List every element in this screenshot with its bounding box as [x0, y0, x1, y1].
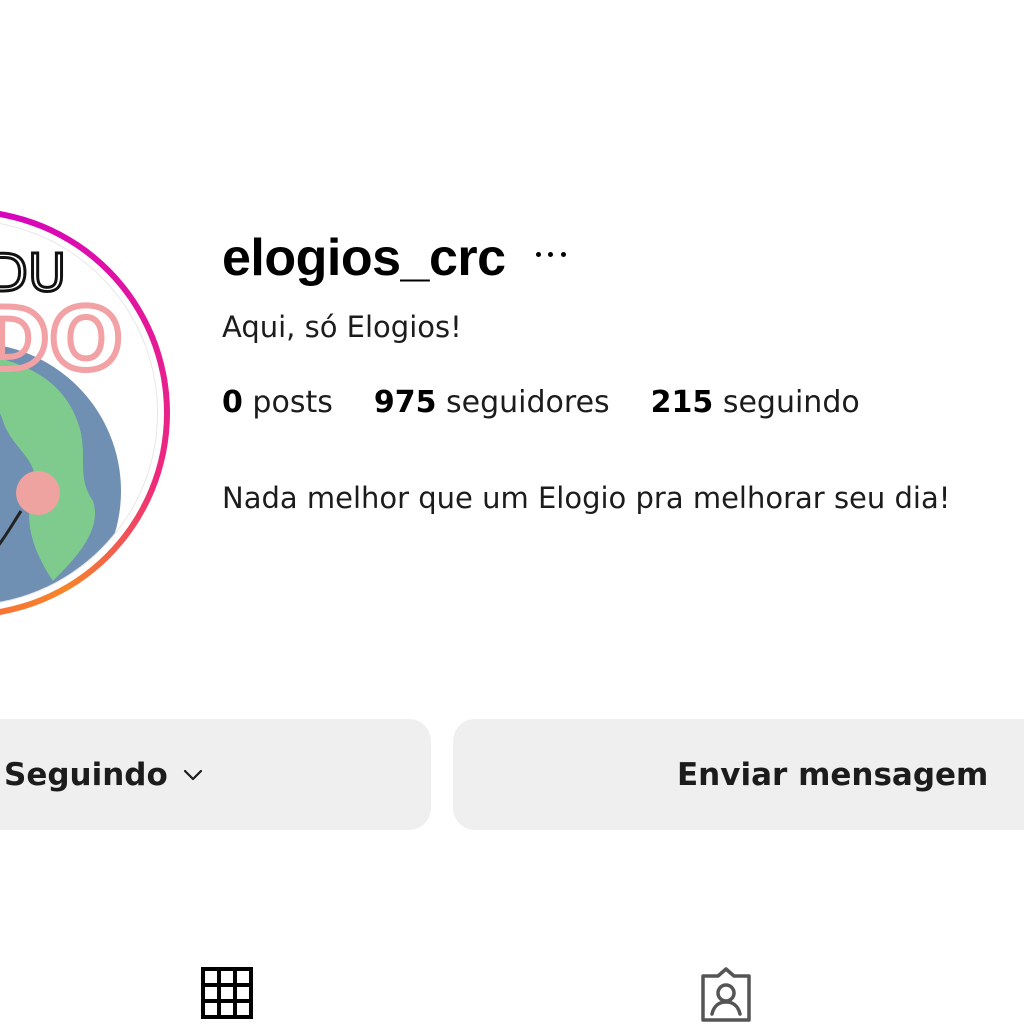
following-label: seguindo [722, 385, 860, 420]
followers-stat[interactable]: 975 seguidores [374, 383, 610, 423]
chevron-down-icon [183, 769, 202, 780]
following-stat[interactable]: 215 seguindo [651, 383, 860, 423]
more-options-icon[interactable] [535, 249, 566, 259]
display-name: Aqui, só Elogios! [222, 310, 462, 344]
story-ring[interactable]: DU DO [0, 208, 170, 618]
following-count: 215 [650, 385, 714, 420]
tagged-icon[interactable] [697, 966, 755, 1024]
send-message-label: Enviar mensagem [677, 756, 989, 793]
posts-count: 0 [222, 385, 243, 420]
avatar-illustration: DU DO [0, 221, 157, 605]
following-button[interactable]: Seguindo [0, 719, 431, 830]
avatar[interactable]: DU DO [0, 220, 158, 606]
followers-label: seguidores [446, 385, 610, 420]
username-row: elogios_crc [222, 226, 566, 290]
send-message-button[interactable]: Enviar mensagem [453, 719, 1024, 830]
avatar-lettering-bottom: DO [0, 290, 123, 390]
posts-stat: 0 posts [222, 383, 333, 423]
username: elogios_crc [222, 229, 506, 287]
grid-icon[interactable] [200, 966, 254, 1020]
followers-count: 975 [373, 385, 437, 420]
bio: Nada melhor que um Elogio pra melhorar s… [222, 481, 951, 515]
profile-stats: 0 posts 975 seguidores 215 seguindo [222, 383, 901, 423]
posts-label: posts [252, 385, 333, 420]
following-button-label: Seguindo [4, 756, 168, 793]
profile-page: DU DO elogios_crc Aqui, só Elogios! 0 po… [0, 0, 1024, 1024]
